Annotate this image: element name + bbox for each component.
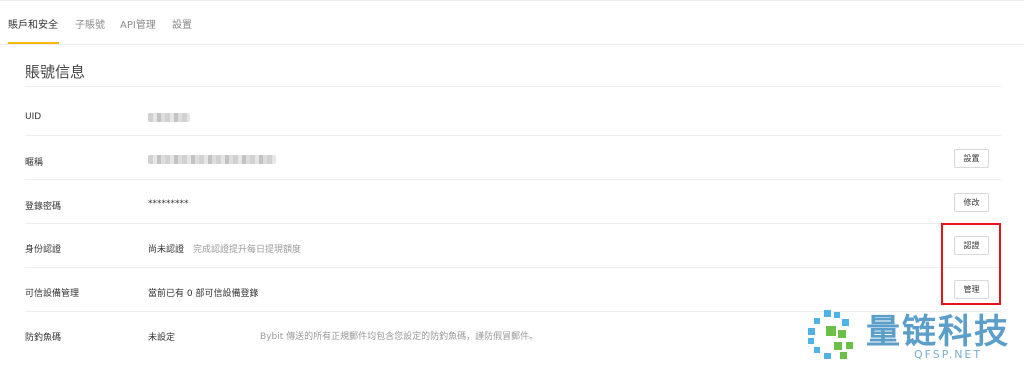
identity-verification-hint: 完成認證提升每日提現額度 xyxy=(193,245,302,255)
tab-sub-accounts[interactable]: 子賬號 xyxy=(75,16,105,31)
nickname-value-redacted xyxy=(148,155,276,164)
anti-phishing-note: Bybit 傳送的所有正規郵件均包含您設定的防釣魚碼，謹防假冒郵件。 xyxy=(260,332,539,342)
set-nickname-button[interactable]: 設置 xyxy=(954,149,989,168)
section-title: 賬號信息 xyxy=(25,63,86,81)
login-password-label: 登錄密碼 xyxy=(25,202,62,212)
uid-label: UID xyxy=(25,112,42,122)
watermark: 量链科技 QFSP.NET xyxy=(802,304,1024,366)
identity-verification-label: 身份認證 xyxy=(25,245,62,255)
row-nickname: 暱稱 設置 xyxy=(25,136,1001,180)
login-password-value: ********* xyxy=(148,199,189,209)
tab-settings[interactable]: 設置 xyxy=(172,16,192,31)
row-uid: UID xyxy=(25,92,1001,136)
active-tab-indicator xyxy=(8,42,59,44)
trusted-devices-value: 當前已有 0 部可信設備登錄 xyxy=(148,289,259,299)
row-login-password: 登錄密碼 ********* 修改 xyxy=(25,180,1001,224)
change-password-button[interactable]: 修改 xyxy=(954,193,989,212)
anti-phishing-value: 未設定 xyxy=(148,333,176,343)
watermark-text: 量链科技 xyxy=(866,312,1010,352)
identity-verification-status: 尚未認證 xyxy=(148,245,185,255)
row-identity-verification: 身份認證 尚未認證 完成認證提升每日提現額度 認證 xyxy=(25,224,1001,268)
trusted-devices-label: 可信設備管理 xyxy=(25,289,80,299)
tab-bar: 賬戶和安全 子賬號 API管理 設置 xyxy=(0,0,1024,45)
section-divider xyxy=(25,86,1001,87)
anti-phishing-label: 防釣魚碼 xyxy=(25,333,62,343)
watermark-subtext: QFSP.NET xyxy=(914,348,983,361)
annotation-highlight-box xyxy=(941,223,1001,305)
uid-value-redacted xyxy=(148,113,190,122)
nickname-label: 暱稱 xyxy=(25,158,44,168)
tab-api-management[interactable]: API管理 xyxy=(120,16,156,31)
tab-account-security[interactable]: 賬戶和安全 xyxy=(8,16,58,31)
watermark-logo-icon xyxy=(808,310,853,359)
